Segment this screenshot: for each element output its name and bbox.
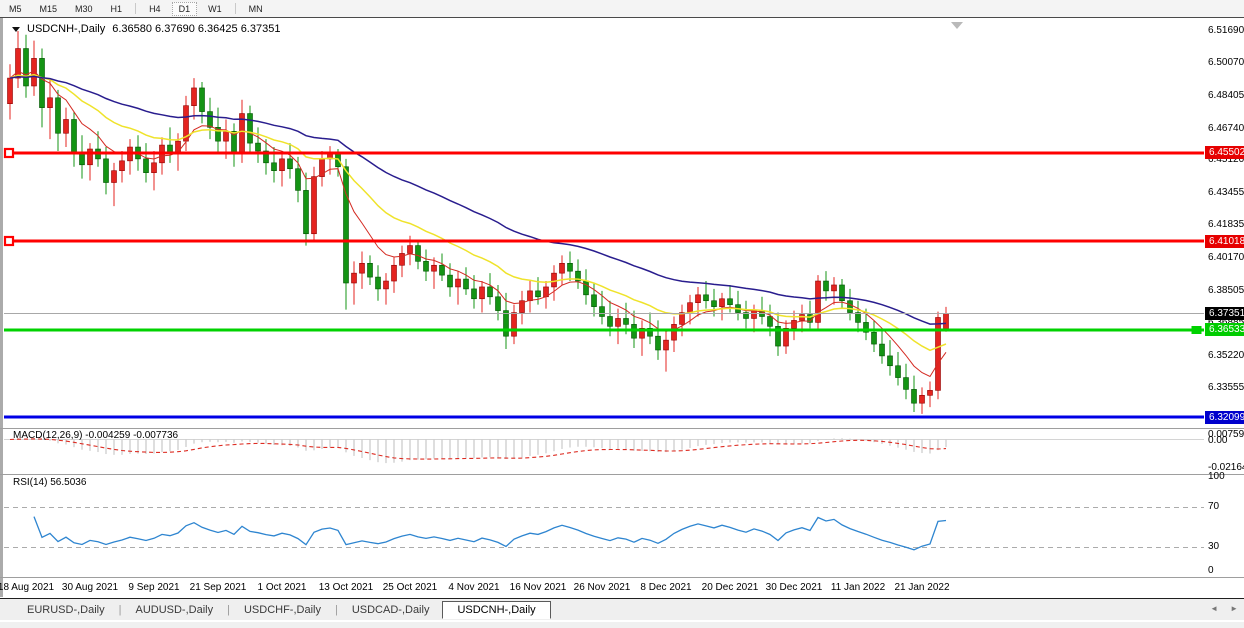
price-tick-label: 6.38505 <box>1208 285 1244 296</box>
price-tick-label: 6.50070 <box>1208 57 1244 68</box>
chart-title: USDCNH-,Daily 6.36580 6.37690 6.36425 6.… <box>12 23 280 35</box>
support-line-label: 6.36533 <box>1205 323 1244 336</box>
timeframe-button-d1[interactable]: D1 <box>171 1 198 16</box>
date-axis-label: 21 Jan 2022 <box>894 582 950 593</box>
price-tick-label: 6.46740 <box>1208 123 1244 134</box>
date-axis-label: 25 Oct 2021 <box>382 582 438 593</box>
timeframe-button-h1[interactable]: H1 <box>104 2 130 16</box>
date-axis-label: 20 Dec 2021 <box>701 582 759 593</box>
price-tick-label: 6.48405 <box>1208 90 1244 101</box>
timeframe-toolbar: M5 M15 M30 H1 H4 D1 W1 MN <box>0 0 1244 17</box>
date-axis-label: 26 Nov 2021 <box>573 582 631 593</box>
timeframe-button-mn[interactable]: MN <box>242 2 270 16</box>
price-tick-label: 6.35220 <box>1208 350 1244 361</box>
chart-tab-usdchf[interactable]: USDCHF-,Daily <box>231 603 334 617</box>
chart-canvas[interactable] <box>0 0 1244 628</box>
candlesticks <box>7 31 949 414</box>
date-axis-label: 21 Sep 2021 <box>189 582 247 593</box>
tab-scroll-arrows: ◄ ► <box>1210 604 1238 613</box>
macd-indicator-label: MACD(12,26,9) -0.004259 -0.007736 <box>13 430 179 441</box>
timeframe-button-m15[interactable]: M15 <box>33 2 65 16</box>
date-axis-label: 8 Dec 2021 <box>640 582 692 593</box>
timeframe-button-w1[interactable]: W1 <box>201 2 229 16</box>
timeframe-button-h4[interactable]: H4 <box>142 2 168 16</box>
date-axis-label: 9 Sep 2021 <box>128 582 180 593</box>
timeframe-button-m30[interactable]: M30 <box>68 2 100 16</box>
chart-ohlc-readout: 6.36580 6.37690 6.36425 6.37351 <box>112 23 281 35</box>
date-axis-label: 13 Oct 2021 <box>318 582 374 593</box>
rsi-indicator-label: RSI(14) 56.5036 <box>13 477 87 488</box>
date-axis-label: 1 Oct 2021 <box>257 582 307 593</box>
toolbar-separator <box>135 3 137 14</box>
date-axis-label: 18 Aug 2021 <box>0 582 55 593</box>
tab-scroll-left-icon[interactable]: ◄ <box>1210 604 1218 613</box>
date-axis-label: 30 Aug 2021 <box>61 582 119 593</box>
rsi-line <box>33 516 947 551</box>
resistance-line-label: 6.45502 <box>1205 146 1244 159</box>
timeframe-button-m5[interactable]: M5 <box>2 2 29 16</box>
chart-tab-usdcad[interactable]: USDCAD-,Daily <box>339 603 443 617</box>
current-price-label: 6.37351 <box>1205 307 1244 320</box>
rsi-axis-label: 0 <box>1208 565 1214 576</box>
date-axis-label: 4 Nov 2021 <box>448 582 500 593</box>
chart-tab-eurusd[interactable]: EURUSD-,Daily <box>14 603 118 617</box>
chart-tab-audusd[interactable]: AUDUSD-,Daily <box>122 603 226 617</box>
tab-scroll-right-icon[interactable]: ► <box>1230 604 1238 613</box>
price-tick-label: 6.40170 <box>1208 252 1244 263</box>
price-tick-label: 6.33555 <box>1208 382 1244 393</box>
macd-axis-label: 0.00 <box>1208 435 1228 446</box>
resistance-line-label: 6.41018 <box>1205 235 1244 248</box>
chart-shift-marker-icon[interactable] <box>951 22 963 29</box>
support-line-label: 6.32099 <box>1205 411 1244 424</box>
slow-ma <box>9 75 947 325</box>
status-bar <box>0 621 1244 628</box>
metatrader-window: M5 M15 M30 H1 H4 D1 W1 MN USDCNH-,Daily 6.36580… <box>0 0 1244 628</box>
price-tick-label: 6.43455 <box>1208 187 1244 198</box>
chart-tab-usdcnh[interactable]: USDCNH-,Daily <box>442 600 551 619</box>
collapse-triangle-icon[interactable] <box>12 26 20 32</box>
rsi-axis-label: 30 <box>1208 541 1220 552</box>
macd-signal-line <box>9 438 947 460</box>
date-axis-label: 30 Dec 2021 <box>765 582 823 593</box>
macd-histogram <box>17 437 947 464</box>
rsi-axis-label: 100 <box>1208 471 1225 482</box>
date-axis-label: 16 Nov 2021 <box>509 582 567 593</box>
date-axis-label: 11 Jan 2022 <box>830 582 886 593</box>
rsi-axis-label: 70 <box>1208 501 1220 512</box>
price-tick-label: 6.51690 <box>1208 25 1244 36</box>
chart-symbol-label: USDCNH-,Daily <box>27 23 106 35</box>
toolbar-separator <box>234 3 236 14</box>
mid-ma <box>9 73 947 352</box>
price-tick-label: 6.41835 <box>1208 219 1244 230</box>
chart-tab-bar: EURUSD-,Daily | AUDUSD-,Daily | USDCHF-,Dail… <box>0 598 1244 620</box>
